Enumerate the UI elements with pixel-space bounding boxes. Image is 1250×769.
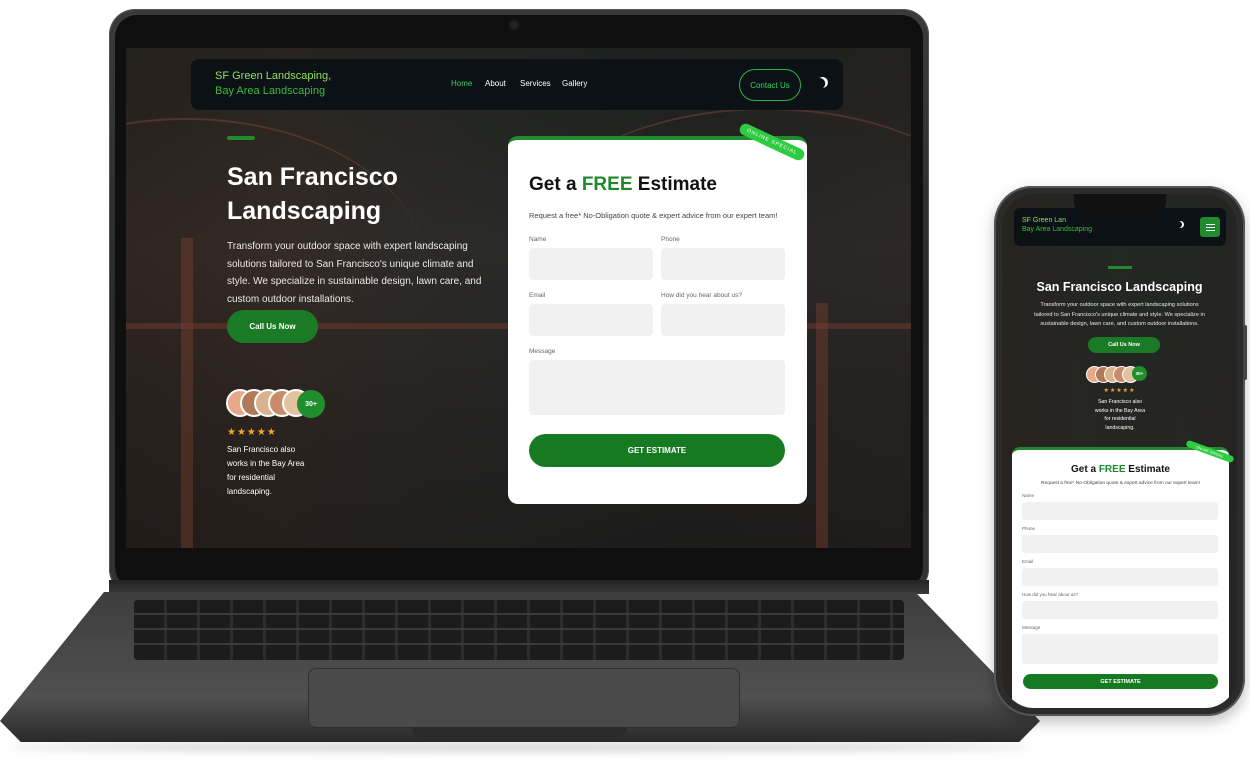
rating-stars: ★★★★★ bbox=[227, 427, 277, 438]
source-label: How did you hear about us? bbox=[661, 292, 742, 299]
mobile-source-field[interactable] bbox=[1022, 601, 1218, 619]
name-field[interactable] bbox=[529, 248, 653, 280]
call-us-button[interactable]: Call Us Now bbox=[227, 310, 318, 343]
nav-services[interactable]: Services bbox=[520, 79, 551, 88]
top-navbar: SF Green Landscaping, Bay Area Landscapi… bbox=[191, 59, 843, 110]
name-label: Name bbox=[529, 236, 547, 243]
mobile-call-us-button[interactable]: Call Us Now bbox=[1088, 337, 1160, 353]
mobile-get-estimate-button[interactable]: GET ESTIMATE bbox=[1023, 674, 1218, 689]
mobile-source-label: How did you hear about us? bbox=[1022, 592, 1079, 597]
message-label: Message bbox=[529, 348, 556, 355]
key-row-divider bbox=[134, 643, 904, 645]
moon-icon[interactable] bbox=[815, 75, 829, 89]
key-row-divider bbox=[134, 613, 904, 615]
mobile-name-label: Name bbox=[1022, 493, 1035, 498]
mobile-phone-field[interactable] bbox=[1022, 535, 1218, 553]
phone-side-button bbox=[1243, 325, 1247, 380]
mobile-rating-stars: ★★★★★ bbox=[1103, 388, 1136, 394]
hero-description: Transform your outdoor space with expert… bbox=[227, 241, 482, 305]
mobile-brand-name[interactable]: SF Green Lan bbox=[1022, 217, 1066, 224]
mobile-hero-title: San Francisco Landscaping bbox=[1036, 280, 1203, 294]
form-subtitle: Request a free* No-Obligation quote & ex… bbox=[529, 211, 778, 220]
hero-title: San Francisco Landscaping bbox=[227, 163, 398, 225]
mobile-email-field[interactable] bbox=[1022, 568, 1218, 586]
accent-line bbox=[227, 136, 255, 140]
mobile-review-text: San Francisco also works in the Bay Area… bbox=[1094, 399, 1146, 431]
avatar-count-badge: 30+ bbox=[1132, 366, 1147, 381]
mobile-name-field[interactable] bbox=[1022, 502, 1218, 520]
form-title-prefix: Get a bbox=[529, 174, 582, 195]
avatar-count-badge: 30+ bbox=[297, 390, 325, 418]
keyboard bbox=[134, 600, 904, 660]
mobile-form-title: Get a FREE Estimate bbox=[1012, 464, 1229, 475]
phone-field[interactable] bbox=[661, 248, 785, 280]
laptop-lid: SF Green Landscaping, Bay Area Landscapi… bbox=[109, 9, 929, 595]
phone-notch bbox=[1074, 194, 1166, 216]
floor-shadow bbox=[10, 742, 1030, 752]
form-title-highlight: FREE bbox=[581, 174, 633, 195]
estimate-form-card: Get a FREE Estimate Request a free* No-O… bbox=[508, 136, 807, 504]
email-label: Email bbox=[529, 292, 546, 299]
hamburger-menu-icon[interactable] bbox=[1200, 217, 1220, 237]
mobile-accent-line bbox=[1108, 266, 1132, 269]
mobile-estimate-form-card: Get a FREE Estimate Request a free* No-O… bbox=[1012, 447, 1229, 708]
nav-gallery[interactable]: Gallery bbox=[562, 79, 587, 88]
brand-tagline: Bay Area Landscaping bbox=[215, 85, 326, 97]
form-title-prefix: Get a bbox=[1071, 464, 1099, 475]
mobile-hero-description: Transform your outdoor space with expert… bbox=[1034, 302, 1205, 327]
brand-name[interactable]: SF Green Landscaping, bbox=[215, 70, 331, 82]
email-field[interactable] bbox=[529, 304, 653, 336]
mobile-brand-tagline: Bay Area Landscaping bbox=[1022, 226, 1093, 233]
phone-screen: SF Green Lan Bay Area Landscaping San Fr… bbox=[1002, 194, 1237, 708]
nav-home[interactable]: Home bbox=[451, 79, 472, 88]
form-title-suffix: Estimate bbox=[1125, 464, 1170, 475]
base-lip bbox=[412, 727, 627, 737]
get-estimate-button[interactable]: GET ESTIMATE bbox=[529, 434, 785, 467]
nav-about[interactable]: About bbox=[485, 79, 506, 88]
laptop-hinge bbox=[109, 580, 929, 594]
phone-frame: SF Green Lan Bay Area Landscaping San Fr… bbox=[994, 186, 1245, 716]
form-title: Get a FREE Estimate bbox=[529, 174, 717, 196]
mobile-email-label: Email bbox=[1022, 559, 1034, 564]
contact-us-button[interactable]: Contact Us bbox=[739, 69, 801, 101]
mobile-message-textarea[interactable] bbox=[1022, 634, 1218, 664]
source-field[interactable] bbox=[661, 304, 785, 336]
mobile-phone-label: Phone bbox=[1022, 526, 1036, 531]
review-text: San Francisco also works in the Bay Area… bbox=[227, 445, 305, 496]
phone-label: Phone bbox=[661, 236, 680, 243]
camera-dot bbox=[510, 21, 518, 29]
laptop-screen: SF Green Landscaping, Bay Area Landscapi… bbox=[126, 48, 911, 548]
mobile-form-subtitle: Request a free* No-Obligation quote & ex… bbox=[1041, 481, 1200, 486]
message-textarea[interactable] bbox=[529, 360, 785, 415]
mobile-message-label: Message bbox=[1022, 625, 1041, 630]
moon-icon[interactable] bbox=[1177, 221, 1184, 228]
form-title-highlight: FREE bbox=[1098, 464, 1126, 475]
form-title-suffix: Estimate bbox=[632, 174, 717, 195]
trackpad bbox=[308, 668, 740, 728]
key-row-divider bbox=[134, 628, 904, 630]
